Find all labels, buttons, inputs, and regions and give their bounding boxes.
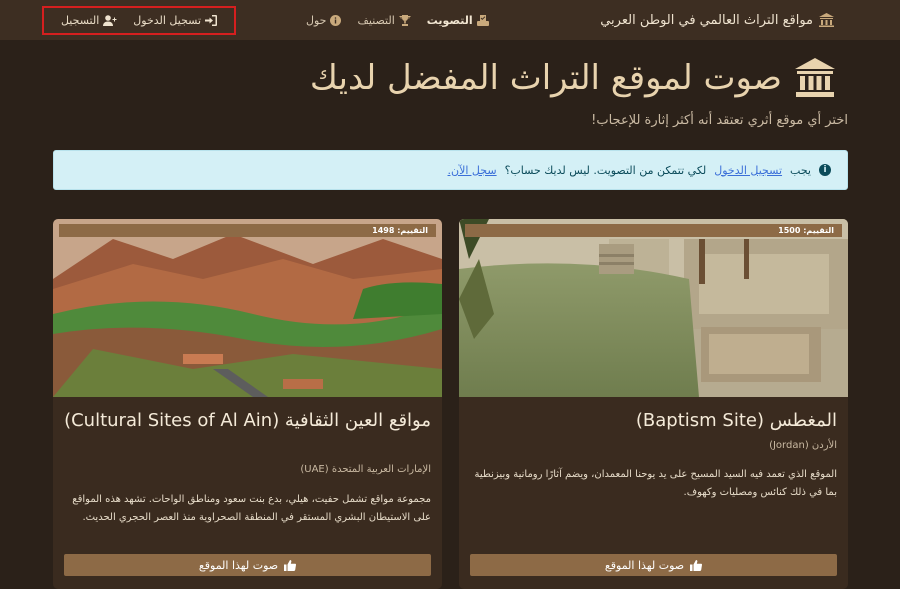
- brand-title: مواقع التراث العالمي في الوطن العربي: [600, 12, 813, 28]
- site-description: الموقع الذي تعمد فيه السيد المسيح على يد…: [474, 469, 837, 498]
- user-plus-icon: [103, 15, 117, 26]
- info-circle-icon: i: [819, 164, 831, 176]
- login-required-alert: i يجب تسجيل الدخول لكي تتمكن من التصويت.…: [53, 150, 848, 190]
- main-nav: التصويت التصنيف حول: [306, 0, 489, 40]
- vote-button-label: صوت لهذا الموقع: [198, 558, 279, 572]
- sign-in-icon: [205, 15, 218, 26]
- site-title: مواقع العين الثقافية (Cultural Sites of …: [64, 410, 431, 431]
- site-card: التقييم: 1498 مواقع العين الثقافية (Cult…: [53, 219, 442, 589]
- alert-login-link[interactable]: تسجيل الدخول: [714, 164, 782, 177]
- nav-about-label: حول: [306, 13, 327, 27]
- nav-about[interactable]: حول: [306, 13, 342, 27]
- login-label: تسجيل الدخول: [133, 14, 202, 27]
- ballot-icon: [476, 14, 489, 26]
- login-link[interactable]: تسجيل الدخول: [133, 14, 218, 27]
- page-title-text: صوت لموقع التراث المفضل لديك: [309, 58, 782, 98]
- auth-links: تسجيل الدخول التسجيل: [42, 6, 236, 35]
- landmark-icon: [794, 58, 836, 98]
- register-link[interactable]: التسجيل: [61, 14, 117, 27]
- nav-ranking[interactable]: التصنيف: [357, 13, 411, 27]
- trophy-icon: [398, 14, 411, 26]
- alert-register-link[interactable]: سجل الآن.: [448, 164, 497, 177]
- thumbs-up-icon: [284, 559, 297, 571]
- site-card: التقييم: 1500 المغطس (Baptism Site) الأر…: [459, 219, 848, 589]
- alert-middle: لكي تتمكن من التصويت. ليس لديك حساب؟: [504, 163, 707, 177]
- landmark-icon: [819, 13, 834, 27]
- site-country: الإمارات العربية المتحدة (UAE): [300, 464, 431, 475]
- page-subtitle: اختر أي موقع أثري تعتقد أنه أكثر إثارة ل…: [591, 113, 848, 128]
- rating-badge: التقييم: 1498: [59, 224, 436, 237]
- page-title: صوت لموقع التراث المفضل لديك: [310, 58, 836, 98]
- nav-vote[interactable]: التصويت: [427, 14, 489, 27]
- thumbs-up-icon: [690, 559, 703, 571]
- site-country: الأردن (Jordan): [769, 440, 837, 451]
- site-description: مجموعة مواقع تشمل حفيت، هيلي، بدع بنت سع…: [72, 494, 431, 523]
- nav-ranking-label: التصنيف: [357, 13, 395, 27]
- info-icon: [330, 14, 342, 26]
- rating-badge: التقييم: 1500: [465, 224, 842, 237]
- navbar: مواقع التراث العالمي في الوطن العربي الت…: [0, 0, 900, 40]
- site-image-baptism: التقييم: 1500: [459, 219, 848, 397]
- alert-prefix: يجب: [790, 163, 811, 177]
- register-label: التسجيل: [60, 14, 100, 27]
- vote-button[interactable]: صوت لهذا الموقع: [64, 554, 431, 576]
- vote-button[interactable]: صوت لهذا الموقع: [470, 554, 837, 576]
- vote-button-label: صوت لهذا الموقع: [604, 558, 685, 572]
- brand[interactable]: مواقع التراث العالمي في الوطن العربي: [600, 13, 834, 28]
- site-image-al-ain: التقييم: 1498: [53, 219, 442, 397]
- nav-vote-label: التصويت: [426, 13, 473, 27]
- site-title: المغطس (Baptism Site): [635, 410, 837, 431]
